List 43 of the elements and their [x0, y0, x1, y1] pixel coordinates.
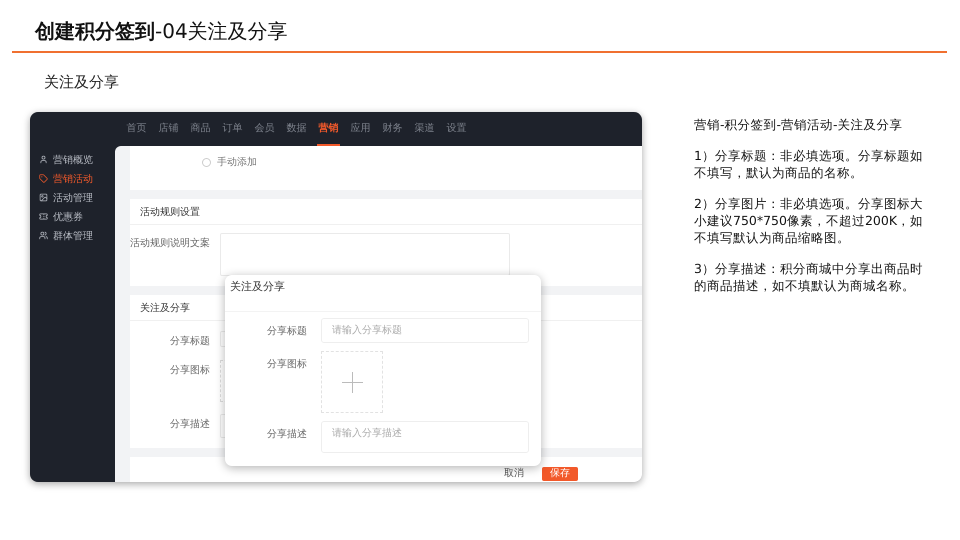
slide-title: 创建积分签到-04关注及分享 [34, 18, 289, 45]
input-field[interactable]: 请输入分享标题 [321, 318, 529, 343]
sidebar-item[interactable]: 群体管理 [30, 226, 115, 245]
text-button[interactable]: 取消 [496, 467, 532, 481]
sidebar-item[interactable]: 营销概览 [30, 150, 115, 169]
sidebar-item[interactable]: 活动管理 [30, 188, 115, 207]
field-label: 分享图标 [169, 364, 210, 377]
nav-tab[interactable]: 应用 [349, 112, 372, 146]
field-label: 分享标题 [266, 324, 307, 338]
nav-tab[interactable]: 店铺 [157, 112, 180, 146]
radio-label: 手动添加 [217, 156, 257, 169]
nav-tab[interactable]: 订单 [221, 112, 244, 146]
field-label: 分享描述 [266, 428, 307, 441]
nav-tab[interactable]: 设置 [445, 112, 468, 146]
sidebar-item[interactable]: 优惠券 [30, 207, 115, 226]
note-paragraph: 3）分享描述：积分商城中分享出商品时的商品描述，如不填默认为商城名称。 [694, 260, 924, 294]
nav-tab[interactable]: 会员 [253, 112, 276, 146]
note-paragraph: 1）分享标题：非必填选项。分享标题如不填写，默认为商品的名称。 [694, 147, 924, 181]
text-area[interactable]: 请输入分享描述 [321, 421, 529, 453]
slide-subtitle: 关注及分享 [44, 73, 119, 92]
nav-tab[interactable]: 财务 [381, 112, 404, 146]
menu-item-icon [39, 155, 48, 164]
menu-item-icon [39, 212, 48, 221]
nav-tab[interactable]: 首页 [125, 112, 148, 146]
field-label: 活动规则说明文案 [130, 236, 210, 250]
nav-tab[interactable]: 商品 [189, 112, 212, 146]
primary-button[interactable]: 保存 [542, 467, 578, 481]
section-title: 活动规则设置 [130, 199, 642, 225]
menu-item-icon [39, 174, 48, 183]
field-label: 分享图标 [266, 358, 307, 371]
field-label: 分享描述 [169, 418, 210, 431]
field-label: 分享标题 [169, 334, 210, 348]
sidebar-item[interactable]: 营销活动 [30, 169, 115, 188]
plus-icon [342, 372, 362, 392]
menu-item-icon [39, 193, 48, 202]
nav-tab[interactable]: 数据 [285, 112, 308, 146]
radio-button[interactable] [202, 158, 211, 166]
image-upload[interactable] [321, 351, 383, 413]
dialog-title: 关注及分享 [225, 275, 541, 312]
nav-tab[interactable]: 渠道 [413, 112, 436, 146]
note-heading: 营销-积分签到-营销活动-关注及分享 [694, 116, 904, 133]
note-paragraph: 2）分享图片：非必填选项。分享图标大小建议750*750像素，不超过200K，如不填写默认为商品缩略图。 [694, 195, 924, 246]
menu-item-icon [39, 231, 48, 240]
